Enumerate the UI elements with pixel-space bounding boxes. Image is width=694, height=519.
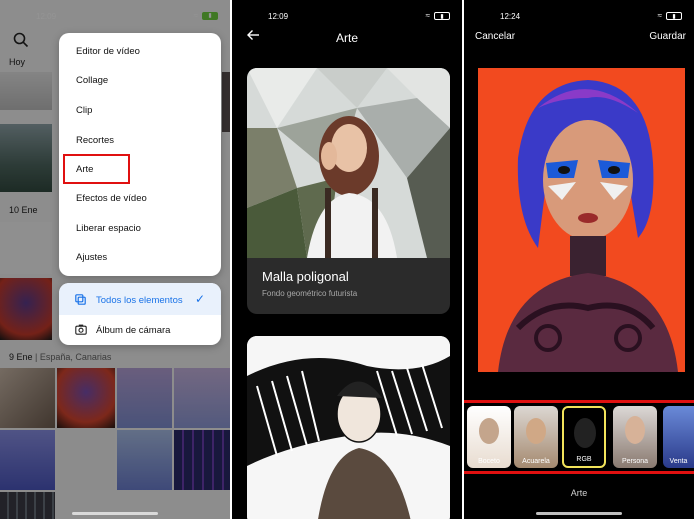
menu-item-cutouts[interactable]: Recortes [76,135,114,146]
cancel-button[interactable]: Cancelar [475,31,515,42]
status-time: 12:24 [500,12,521,21]
mode-label: Arte [570,488,588,498]
camera-icon [75,324,87,335]
menu-item-video-effects[interactable]: Efectos de vídeo [76,193,147,204]
wifi-icon: ≈ [425,11,430,20]
status-bar: 12:24 ≈ ▮ [464,10,694,24]
art-style-subtitle: Fondo geométrico futurista [262,289,358,298]
page-title: Arte [335,31,358,45]
menu-item-free-space[interactable]: Liberar espacio [76,223,141,234]
filter-thumb-persona[interactable]: Persona [613,406,657,468]
filter-thumb-rgb-selected[interactable]: RGB [562,406,606,468]
home-indicator [536,512,622,515]
filter-thumb-watercolor[interactable]: Acuarela [514,406,558,468]
art-styles-screen: 12:09 ≈ ▮ Arte Malla poligonal Fondo geo… [232,0,462,519]
menu-item-collage[interactable]: Collage [76,75,108,86]
status-time: 12:09 [268,12,289,21]
all-items-icon [75,294,86,305]
art-style-title: Malla poligonal [262,269,349,284]
save-button[interactable]: Guardar [649,31,686,42]
rgb-art-portrait [478,68,685,372]
home-indicator [72,512,158,515]
menu-item-video-editor[interactable]: Editor de vídeo [76,46,140,57]
sketch-portrait-image [247,336,450,519]
album-all-items-label: Todos los elementos [96,295,183,306]
gallery-screen: 12:09 ≈ ▮ Hoy 10 Ene 9 Ene | España, Can… [0,0,230,519]
art-style-card-polygon-mesh[interactable]: Malla poligonal Fondo geométrico futuris… [247,68,450,314]
battery-icon: ▮ [434,11,450,20]
menu-item-settings[interactable]: Ajustes [76,252,107,263]
highlight-box-art [63,154,130,184]
edited-portrait-preview [478,68,685,372]
art-editor-screen: 12:24 ≈ ▮ Cancelar Guardar Boceto Acuare… [464,0,694,519]
polygon-portrait-image [247,68,450,258]
art-style-card-sketch[interactable] [247,336,450,519]
status-bar: 12:09 ≈ ▮ [232,10,462,24]
album-selector: Todos los elementos ✓ Álbum de cámara [59,283,221,345]
wifi-icon: ≈ [657,11,662,20]
filter-thumb-window[interactable]: Venta [663,406,694,468]
filter-thumb-sketch[interactable]: Boceto [467,406,511,468]
battery-icon: ▮ [666,11,682,20]
album-camera-label[interactable]: Álbum de cámara [96,325,170,336]
checkmark-icon: ✓ [195,292,206,306]
screenshot-root: 12:09 ≈ ▮ Hoy 10 Ene 9 Ene | España, Can… [0,0,694,519]
menu-item-clip[interactable]: Clip [76,105,92,116]
